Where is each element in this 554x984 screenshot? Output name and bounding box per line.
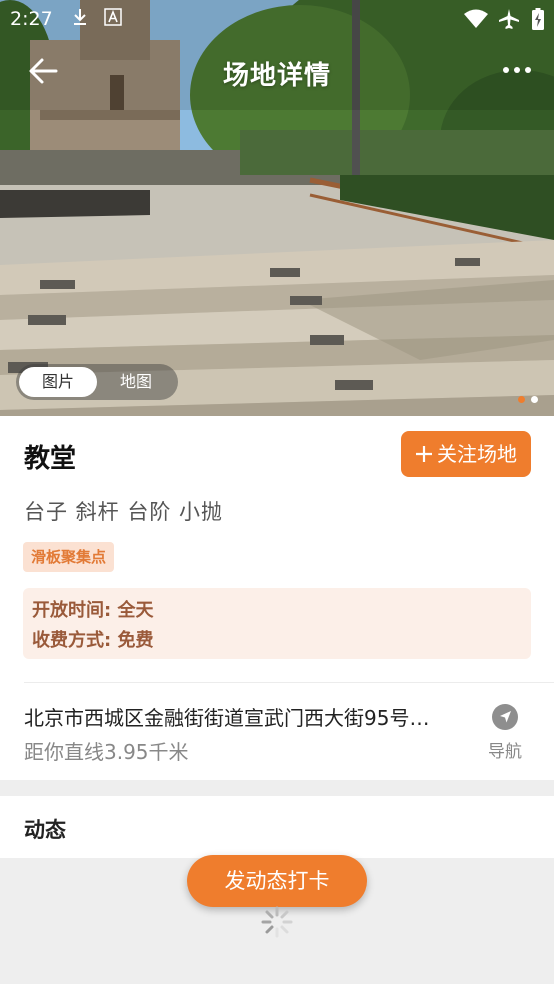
venue-distance: 距你直线3.95千米 — [24, 740, 189, 764]
venue-name: 教堂 — [24, 444, 77, 474]
page-dot-active — [518, 396, 525, 403]
activity-title: 动态 — [24, 818, 66, 842]
font-icon — [104, 8, 122, 26]
post-checkin-button[interactable]: 发动态打卡 — [187, 855, 367, 907]
tab-photos[interactable]: 图片 — [19, 367, 97, 397]
page-dot — [531, 396, 538, 403]
navigation-arrow-icon — [492, 704, 518, 730]
more-dots-icon[interactable] — [502, 58, 532, 82]
venue-photo-gallery[interactable]: 2:27 场地详情 图片 地图 — [0, 0, 554, 416]
battery-icon — [532, 8, 544, 30]
loading-spinner-icon — [261, 906, 293, 938]
venue-tag: 滑板聚集点 — [23, 542, 115, 572]
gallery-tab-switch: 图片 地图 — [16, 364, 178, 400]
venue-hours-box: 开放时间: 全天 收费方式: 免费 — [23, 588, 531, 659]
page-title: 场地详情 — [222, 61, 331, 91]
tab-map[interactable]: 地图 — [97, 367, 175, 397]
wifi-icon — [464, 9, 488, 28]
airplane-icon — [499, 9, 519, 29]
follow-label: 关注场地 — [437, 442, 517, 466]
venue-info-card: 教堂 关注场地 台子 斜杆 台阶 小抛 滑板聚集点 开放时间: 全天 收费方式:… — [0, 416, 554, 780]
divider — [24, 682, 554, 683]
follow-venue-button[interactable]: 关注场地 — [401, 431, 531, 477]
navigate-label: 导航 — [488, 742, 522, 762]
download-icon — [74, 9, 86, 25]
venue-address: 北京市西城区金融街街道宣武门西大街95号… — [24, 706, 430, 730]
navigate-button[interactable]: 导航 — [478, 701, 532, 762]
status-bar: 2:27 — [0, 0, 554, 40]
fee-info: 收费方式: 免费 — [32, 630, 154, 651]
venue-features: 台子 斜杆 台阶 小抛 — [24, 500, 224, 524]
opening-hours: 开放时间: 全天 — [32, 600, 154, 621]
status-time: 2:27 — [10, 8, 53, 30]
top-bar: 场地详情 — [0, 48, 554, 98]
activity-section: 动态 — [0, 796, 554, 858]
plus-icon — [416, 446, 432, 462]
